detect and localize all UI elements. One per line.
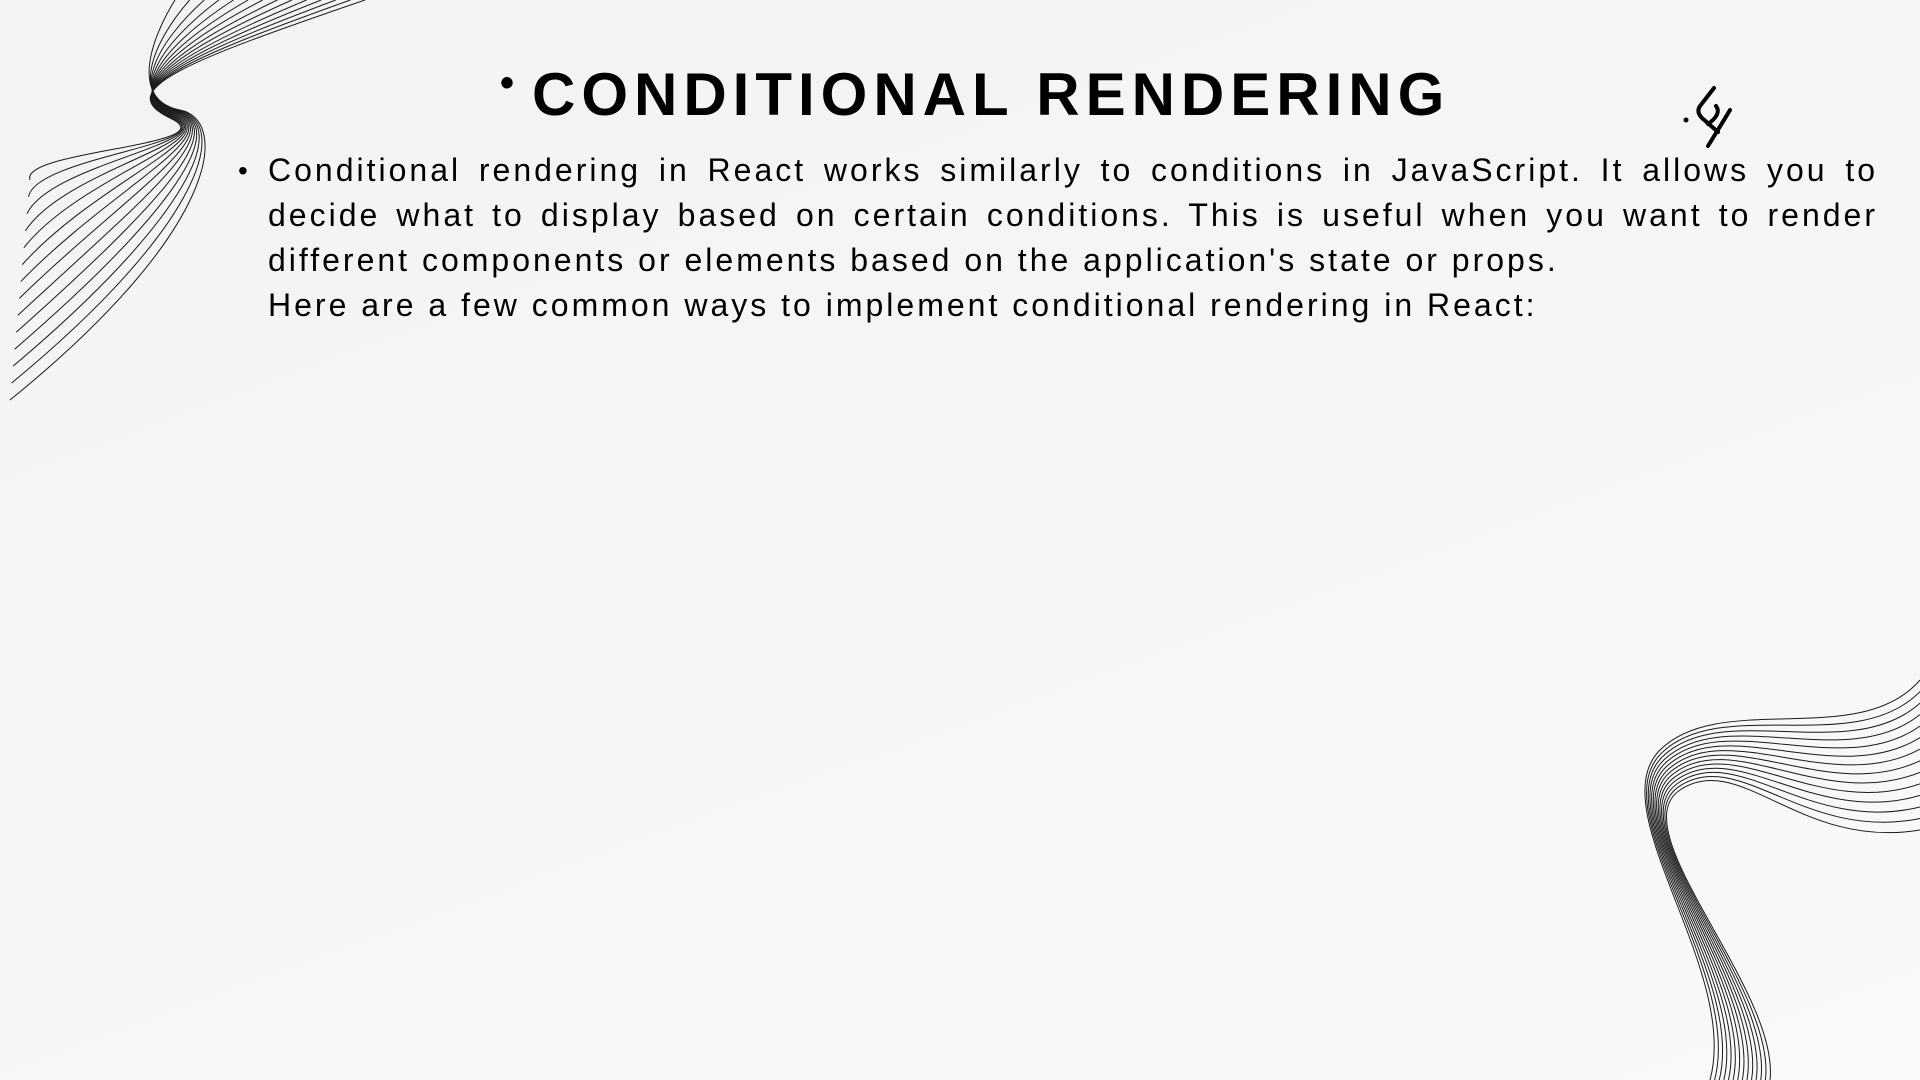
wave-line — [1652, 737, 1920, 1080]
wave-line — [1661, 767, 1920, 1080]
slide-title: CONDITIONAL RENDERING — [532, 61, 1451, 128]
slide: • CONDITIONAL RENDERING • Conditional re… — [0, 0, 1920, 1080]
logo-icon — [1683, 86, 1732, 148]
body-bullet: • — [238, 155, 248, 186]
body-paragraph: Conditional rendering in React works sim… — [268, 152, 1878, 278]
slide-title-row: • CONDITIONAL RENDERING — [500, 55, 1450, 135]
wave-line — [1662, 772, 1920, 1080]
body-text: Conditional rendering in React works sim… — [268, 148, 1878, 328]
wave-line — [1651, 725, 1920, 1080]
wave-lines-decoration-bottom-right — [1644, 679, 1920, 1080]
intro-line: Here are a few common ways to implement … — [268, 287, 1538, 323]
wave-line — [1656, 754, 1920, 1080]
wave-line — [18, 0, 263, 299]
bullet-list-item: • Conditional rendering in React works s… — [238, 148, 1878, 328]
title-bullet: • — [500, 61, 515, 105]
wave-line — [12, 0, 205, 367]
